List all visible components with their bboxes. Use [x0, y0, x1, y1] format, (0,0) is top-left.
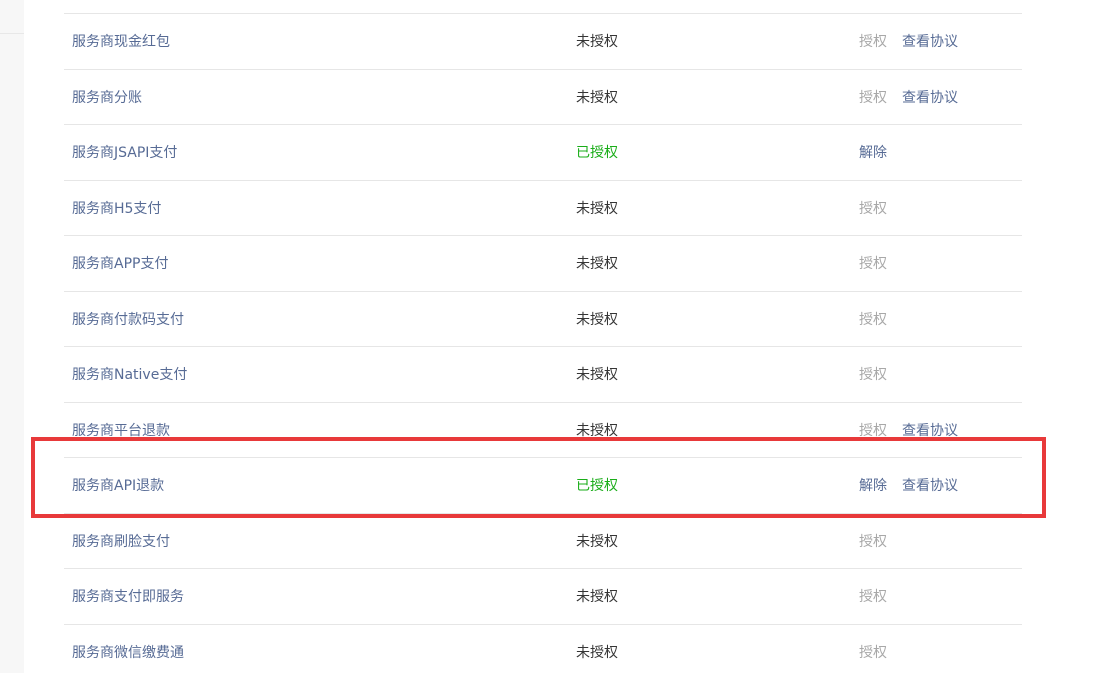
product-name: 服务商平台退款 [72, 422, 170, 439]
permissions-page: 服务商现金红包 未授权 授权 查看协议 服务商分账 未授权 授权 查看协议 服务商JSAPI支付… [0, 0, 1095, 673]
row-actions: 授权 查看协议 [859, 70, 958, 125]
authorize-button: 授权 [859, 367, 887, 384]
authorization-status: 未授权 [576, 200, 618, 217]
left-sidebar-edge [0, 0, 24, 673]
authorization-status: 未授权 [576, 367, 618, 384]
row-actions: 授权 [859, 181, 887, 236]
authorization-status: 已授权 [576, 478, 618, 495]
view-agreement-link[interactable]: 查看协议 [902, 87, 958, 107]
authorization-status: 未授权 [576, 89, 618, 106]
revoke-button[interactable]: 解除 [859, 142, 887, 162]
product-name: 服务商现金红包 [72, 34, 170, 51]
table-row: 服务商现金红包 未授权 授权 查看协议 [64, 14, 1022, 70]
authorize-button: 授权 [859, 311, 887, 328]
product-name: 服务商付款码支付 [72, 311, 184, 328]
product-name: 服务商JSAPI支付 [72, 145, 178, 162]
product-name: 服务商APP支付 [72, 256, 169, 273]
table-row: 服务商API退款 已授权 解除 查看协议 [64, 458, 1022, 514]
product-name: 服务商API退款 [72, 478, 165, 495]
view-agreement-link[interactable]: 查看协议 [902, 31, 958, 51]
row-actions: 解除 [859, 125, 887, 180]
authorize-button: 授权 [859, 34, 887, 51]
authorize-button: 授权 [859, 533, 887, 550]
table-row: 服务商分账 未授权 授权 查看协议 [64, 70, 1022, 125]
table-row: 服务商支付即服务 未授权 授权 [64, 569, 1022, 625]
authorize-button: 授权 [859, 589, 887, 606]
row-actions: 授权 查看协议 [859, 403, 958, 458]
table-row: 服务商平台退款 未授权 授权 查看协议 [64, 403, 1022, 458]
table-row: 服务商刷脸支付 未授权 授权 [64, 514, 1022, 569]
product-name: 服务商分账 [72, 89, 142, 106]
row-actions: 授权 [859, 347, 887, 402]
table-row: 服务商Native支付 未授权 授权 [64, 347, 1022, 403]
authorization-status: 未授权 [576, 589, 618, 606]
authorization-status: 未授权 [576, 644, 618, 661]
row-actions: 授权 [859, 514, 887, 569]
product-name: 服务商微信缴费通 [72, 644, 184, 661]
product-name: 服务商Native支付 [72, 367, 188, 384]
permissions-table: 服务商现金红包 未授权 授权 查看协议 服务商分账 未授权 授权 查看协议 服务商JSAPI支付… [64, 13, 1022, 673]
row-actions: 授权 查看协议 [859, 14, 958, 69]
authorization-status: 未授权 [576, 533, 618, 550]
row-actions: 解除 查看协议 [859, 458, 958, 513]
sidebar-divider [0, 33, 24, 34]
table-row: 服务商APP支付 未授权 授权 [64, 236, 1022, 292]
authorization-status: 未授权 [576, 34, 618, 51]
authorization-status: 未授权 [576, 422, 618, 439]
view-agreement-link[interactable]: 查看协议 [902, 475, 958, 495]
authorize-button: 授权 [859, 200, 887, 217]
authorize-button: 授权 [859, 644, 887, 661]
row-actions: 授权 [859, 625, 887, 673]
table-row: 服务商微信缴费通 未授权 授权 [64, 625, 1022, 673]
table-row: 服务商付款码支付 未授权 授权 [64, 292, 1022, 347]
table-row: 服务商H5支付 未授权 授权 [64, 181, 1022, 236]
authorize-button: 授权 [859, 89, 887, 106]
authorize-button: 授权 [859, 256, 887, 273]
revoke-button[interactable]: 解除 [859, 475, 887, 495]
row-actions: 授权 [859, 569, 887, 624]
authorization-status: 已授权 [576, 145, 618, 162]
product-name: 服务商刷脸支付 [72, 533, 170, 550]
view-agreement-link[interactable]: 查看协议 [902, 420, 958, 440]
product-name: 服务商H5支付 [72, 200, 162, 217]
authorize-button: 授权 [859, 422, 887, 439]
row-actions: 授权 [859, 292, 887, 347]
authorization-status: 未授权 [576, 311, 618, 328]
authorization-status: 未授权 [576, 256, 618, 273]
table-row: 服务商JSAPI支付 已授权 解除 [64, 125, 1022, 181]
product-name: 服务商支付即服务 [72, 589, 184, 606]
row-actions: 授权 [859, 236, 887, 291]
